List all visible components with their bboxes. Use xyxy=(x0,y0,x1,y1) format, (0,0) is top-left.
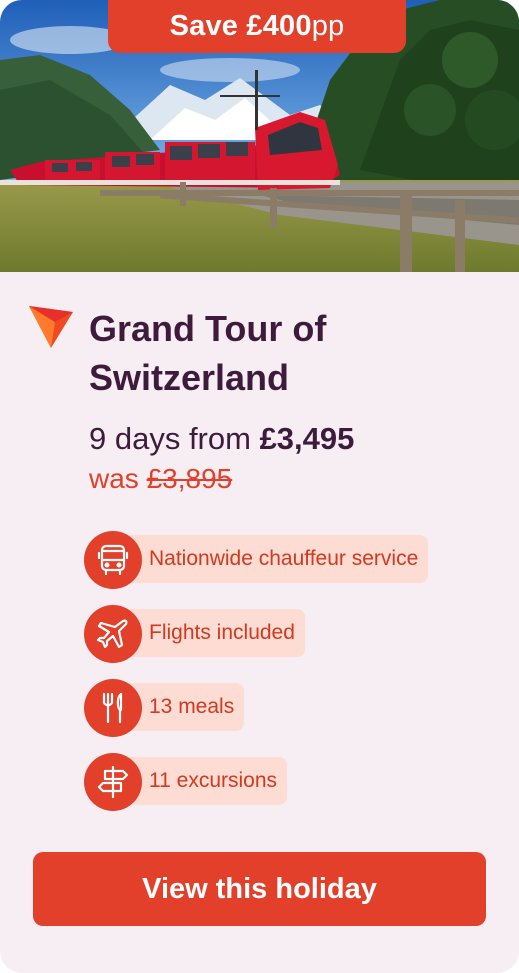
save-unit: pp xyxy=(311,10,345,42)
cutlery-icon xyxy=(84,679,142,737)
price-line: 9 days from £3,495 xyxy=(89,419,354,459)
holiday-card: Save £400 pp Grand Tour of Switzerland 9 … xyxy=(0,0,519,973)
signpost-icon xyxy=(84,753,142,811)
feature-label: Nationwide chauffeur service xyxy=(110,535,429,583)
was-prefix: was xyxy=(89,463,147,494)
save-badge: Save £400 pp xyxy=(108,0,406,53)
coach-icon xyxy=(84,531,142,589)
was-price-line: was £3,895 xyxy=(89,459,232,499)
price-amount: £3,495 xyxy=(259,421,355,456)
plane-icon xyxy=(84,605,142,663)
view-holiday-button[interactable]: View this holiday xyxy=(33,852,486,926)
save-amount: Save £400 xyxy=(169,10,312,42)
price-prefix: 9 days from xyxy=(89,421,260,456)
was-price-amount: £3,895 xyxy=(146,463,233,494)
holiday-title: Grand Tour of Switzerland xyxy=(89,308,327,398)
brand-logo-icon xyxy=(29,306,73,348)
